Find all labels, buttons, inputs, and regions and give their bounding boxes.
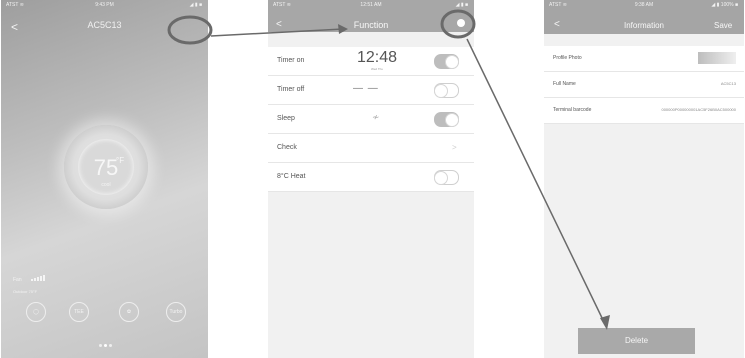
page-indicator (99, 344, 113, 348)
list-item[interactable]: Timer off — — (268, 76, 474, 105)
thermostat-screen: ATST ≋ 9:43 PM ◢ ▮ ■ < AC5C13 75 °F cool… (1, 0, 208, 358)
row-label: 8°C Heat (277, 173, 306, 180)
outdoor-temperature: Outdoor 75°F (13, 289, 38, 294)
mode-label: cool (101, 182, 111, 188)
save-button[interactable]: Save (714, 21, 732, 30)
status-bar: ATST ≋ 12:51 AM ◢ ▮ ■ (268, 0, 474, 10)
fan-button[interactable]: ✿ (119, 302, 139, 322)
device-title: AC5C13 (87, 20, 122, 30)
row-label: Full Name (553, 81, 576, 87)
clock-text: 12:51 AM (360, 2, 382, 8)
timer-off-time[interactable]: — — (353, 83, 379, 94)
row-label: Timer off (277, 86, 305, 93)
fan-speed-icon (31, 275, 47, 281)
battery-icon: ◢ ▮ ■ (455, 2, 468, 8)
status-bar: ATST ≋ 9:38 AM ◢ ▮ 100% ■ (544, 0, 744, 10)
information-list: Profile Photo Full Name AC5C13 Terminal … (544, 46, 744, 124)
chevron-right-icon: > (452, 143, 457, 152)
fan-label: Fan (13, 277, 22, 283)
temperature-dial[interactable]: 75 °F cool (64, 125, 148, 209)
barcode-value: 000000P000000001AC5F26B0AC500000 (661, 107, 736, 112)
list-item[interactable]: Terminal barcode 000000P000000001AC5F26B… (544, 98, 744, 124)
heat-8c-toggle[interactable] (434, 170, 459, 185)
list-item[interactable]: Sleep ≁ (268, 105, 474, 134)
timer-off-toggle[interactable] (434, 83, 459, 98)
sleep-toggle[interactable] (434, 112, 459, 127)
list-item[interactable]: Timer on 12:48 Wed Thu (268, 47, 474, 76)
temperature-value: 75 (93, 155, 119, 180)
turbo-button[interactable]: Turbo (166, 302, 186, 322)
row-label: Terminal barcode (553, 107, 592, 113)
row-label: Profile Photo (553, 55, 582, 61)
function-screen: ATST ≋ 12:51 AM ◢ ▮ ■ < Function Timer o… (268, 0, 474, 358)
row-label: Timer on (277, 57, 305, 64)
list-item[interactable]: Check > (268, 134, 474, 163)
status-bar: ATST ≋ 9:43 PM ◢ ▮ ■ (1, 0, 208, 10)
clock-text: 9:43 PM (95, 2, 114, 8)
row-label: Sleep (277, 115, 295, 122)
mode-button[interactable]: TEE (69, 302, 89, 322)
sleep-icon: ≁ (372, 112, 380, 122)
list-item[interactable]: Profile Photo (544, 46, 744, 72)
list-item[interactable]: 8°C Heat (268, 163, 474, 192)
timer-on-time[interactable]: 12:48 (352, 49, 402, 67)
profile-photo[interactable] (698, 52, 736, 64)
function-list: Timer on 12:48 Wed Thu Timer off — — Sle… (268, 47, 474, 192)
information-screen: ATST ≋ 9:38 AM ◢ ▮ 100% ■ < Information … (544, 0, 744, 358)
list-item[interactable]: Full Name AC5C13 (544, 72, 744, 98)
delete-button[interactable]: Delete (578, 328, 695, 354)
page-title: Function (353, 20, 389, 30)
temperature-unit: °F (116, 156, 125, 165)
row-label: Check (277, 144, 297, 151)
timer-on-days: Wed Thu (370, 67, 384, 71)
temperature-ring: 75 °F cool (78, 139, 134, 195)
battery-icon: ◢ ▮ ■ (189, 2, 202, 8)
full-name-value: AC5C13 (720, 81, 736, 86)
gear-icon[interactable] (457, 19, 465, 27)
battery-icon: ◢ ▮ 100% ■ (711, 2, 738, 8)
power-button[interactable]: ◯ (26, 302, 46, 322)
timer-on-toggle[interactable] (434, 54, 459, 69)
